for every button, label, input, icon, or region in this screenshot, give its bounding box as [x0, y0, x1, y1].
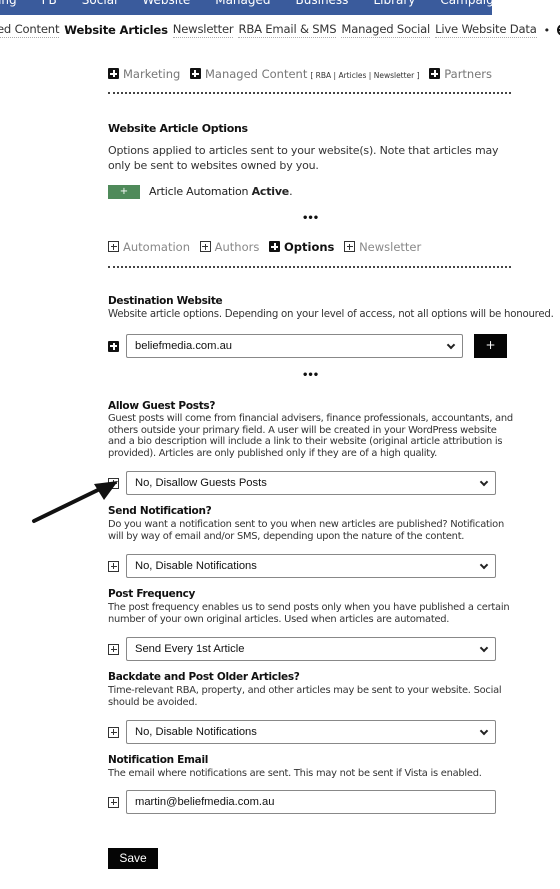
plus-square-icon — [108, 241, 119, 252]
chevron-down-icon — [479, 726, 489, 736]
sub-nav: ed Content Website Articles Newsletter R… — [0, 22, 560, 38]
top-nav-item-library[interactable]: Library — [373, 0, 415, 8]
tab-newsletter[interactable]: Newsletter — [344, 240, 421, 254]
guest-posts-description: Guest posts will come from financial adv… — [108, 413, 513, 459]
plus-square-solid-icon — [108, 68, 119, 79]
divider — [108, 266, 511, 268]
destination-description: Website article options. Depending on yo… — [108, 309, 554, 320]
sub-nav-managed-content[interactable]: ed Content — [0, 22, 59, 38]
destination-row: beliefmedia.com.au + — [108, 334, 507, 358]
backdate-title: Backdate and Post Older Articles? — [108, 671, 300, 683]
annotation-arrow-icon — [32, 481, 118, 523]
top-nav: eting FB Social Website Managed Business… — [0, 0, 492, 15]
automation-status-text: Article Automation Active. — [149, 185, 293, 198]
tab-partners[interactable]: Partners — [429, 67, 492, 81]
backdate-select[interactable]: No, Disable Notifications — [126, 720, 496, 744]
guest-posts-title: Allow Guest Posts? — [108, 400, 216, 412]
tab-options[interactable]: Options — [269, 240, 334, 254]
sub-nav-live-website-data[interactable]: Live Website Data — [435, 22, 537, 38]
managed-content-sub-links[interactable]: [ RBA | Articles | Newsletter ] — [310, 71, 419, 80]
plus-square-icon[interactable] — [108, 643, 119, 655]
top-nav-item-business[interactable]: Business — [296, 0, 349, 8]
notification-email-title: Notification Email — [108, 754, 209, 766]
tab-authors[interactable]: Authors — [199, 240, 259, 254]
automation-status: Active — [251, 185, 290, 198]
post-frequency-title: Post Frequency — [108, 588, 196, 600]
plus-square-icon[interactable] — [108, 726, 119, 738]
plus-square-solid-icon[interactable] — [108, 340, 119, 352]
plus-square-solid-icon — [269, 241, 281, 252]
option-tabs: Automation Authors Options Newsletter — [108, 240, 427, 254]
post-frequency-description: The post frequency enables us to send po… — [108, 602, 510, 625]
chevron-down-icon — [479, 477, 489, 487]
post-frequency-row: Send Every 1st Article — [108, 637, 496, 661]
options-title: Website Article Options — [108, 122, 248, 135]
divider — [108, 92, 511, 94]
more-ellipsis[interactable]: ••• — [302, 213, 319, 224]
plus-square-solid-icon — [429, 68, 441, 79]
send-notification-select[interactable]: No, Disable Notifications — [126, 554, 496, 578]
notification-email-input[interactable]: martin@beliefmedia.com.au — [126, 790, 496, 814]
backdate-row: No, Disable Notifications — [108, 720, 496, 744]
top-nav-item-campaigns[interactable]: Campaigns — [440, 0, 492, 8]
plus-square-icon[interactable] — [108, 560, 119, 572]
add-website-button[interactable]: + — [474, 334, 507, 358]
plus-square-icon — [199, 241, 211, 252]
chevron-down-icon — [479, 560, 489, 570]
section-tabs: Marketing Managed Content[ RBA | Article… — [108, 67, 498, 81]
destination-title: Destination Website — [108, 295, 223, 307]
destination-website-select[interactable]: beliefmedia.com.au — [126, 334, 463, 358]
plus-square-icon — [344, 241, 356, 252]
separator: • — [543, 23, 551, 37]
post-frequency-select[interactable]: Send Every 1st Article — [126, 637, 496, 661]
more-ellipsis[interactable]: ••• — [302, 370, 319, 381]
sub-nav-managed-social[interactable]: Managed Social — [341, 22, 430, 38]
backdate-description: Time-relevant RBA, property, and other a… — [108, 685, 502, 708]
top-nav-item-website[interactable]: Website — [142, 0, 190, 8]
sub-nav-rba-email-sms[interactable]: RBA Email & SMS — [238, 22, 337, 38]
notification-email-row: martin@beliefmedia.com.au — [108, 790, 496, 814]
chevron-down-icon — [479, 643, 489, 653]
tab-marketing[interactable]: Marketing — [108, 67, 180, 81]
top-nav-item-managed[interactable]: Managed — [215, 0, 270, 8]
sub-nav-website-articles[interactable]: Website Articles — [64, 23, 168, 38]
top-nav-item-marketing[interactable]: eting — [0, 0, 17, 8]
send-notification-row: No, Disable Notifications — [108, 554, 496, 578]
send-notification-description: Do you want a notification sent to you w… — [108, 519, 504, 542]
notification-email-description: The email where notifications are sent. … — [108, 768, 482, 779]
guest-posts-select[interactable]: No, Disallow Guests Posts — [126, 471, 496, 495]
options-description: Options applied to articles sent to your… — [108, 144, 499, 172]
plus-square-icon[interactable] — [108, 796, 119, 808]
chevron-down-icon — [446, 340, 456, 350]
guest-posts-row: No, Disallow Guests Posts — [108, 471, 496, 495]
top-nav-item-social[interactable]: Social — [82, 0, 118, 8]
sub-nav-newsletter[interactable]: Newsletter — [172, 22, 234, 38]
plus-square-solid-icon — [189, 68, 201, 79]
save-button[interactable]: Save — [108, 848, 158, 869]
automation-toggle-button[interactable]: + — [108, 185, 140, 199]
arrow-shaft — [32, 486, 104, 523]
tab-automation[interactable]: Automation — [108, 240, 190, 254]
top-nav-item-fb[interactable]: FB — [42, 0, 57, 8]
tab-managed-content[interactable]: Managed Content[ RBA | Articles | Newsle… — [189, 67, 420, 81]
